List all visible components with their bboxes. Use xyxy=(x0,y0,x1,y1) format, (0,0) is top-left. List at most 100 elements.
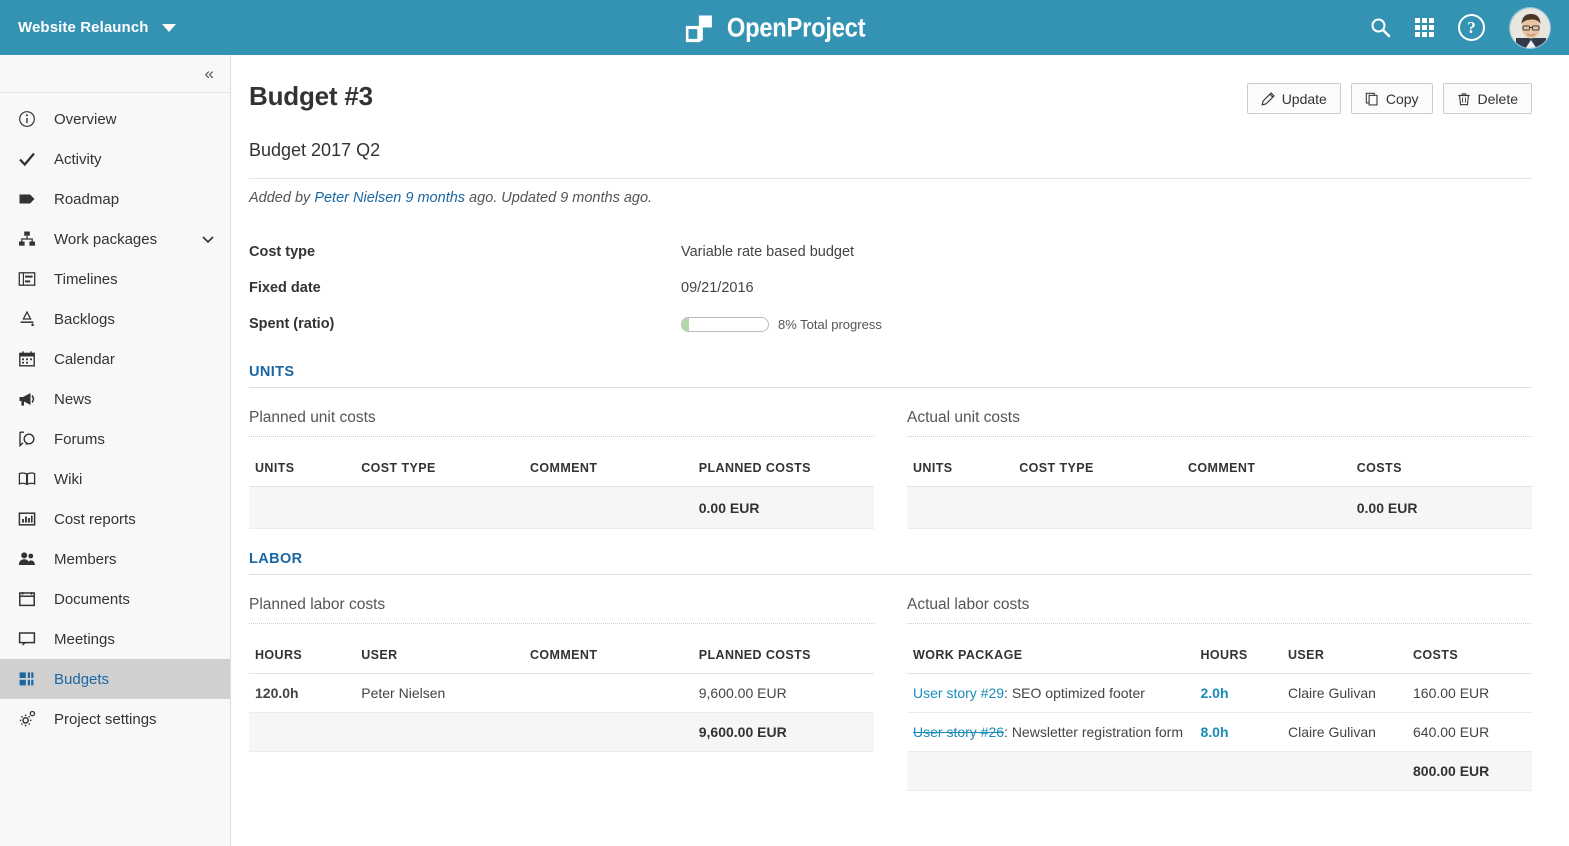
sidebar-item-project-settings[interactable]: Project settings xyxy=(0,699,230,739)
total-value: 0.00 EUR xyxy=(1350,486,1532,529)
sidebar-item-wiki[interactable]: Wiki xyxy=(0,459,230,499)
meta-author-link[interactable]: Peter Nielsen xyxy=(314,190,401,206)
info-circle-icon xyxy=(19,111,35,127)
hierarchy-icon xyxy=(18,230,44,248)
tag-icon xyxy=(19,194,35,204)
sidebar-item-cost-reports[interactable]: Cost reports xyxy=(0,499,230,539)
update-button-label: Update xyxy=(1281,90,1327,107)
cost-table: WORK PACKAGE HOURS USER COSTS User story #29… xyxy=(907,642,1532,791)
page-toolbar: Budget #3 Update Copy Delete xyxy=(249,81,1532,114)
people-icon xyxy=(18,550,44,568)
budget-icon xyxy=(19,672,34,686)
sidebar-item-label: Backlogs xyxy=(54,310,115,328)
total-row: 0.00 EUR xyxy=(249,486,874,529)
sidebar-item-label: Forums xyxy=(54,430,105,448)
sidebar-item-work-packages[interactable]: Work packages xyxy=(0,219,230,259)
sidebar-item-roadmap[interactable]: Roadmap xyxy=(0,179,230,219)
table-header-row: UNITS COST TYPE COMMENT PLANNED COSTS xyxy=(249,455,874,487)
meta-middle: ago. Updated xyxy=(465,190,561,206)
panel-heading: Planned labor costs xyxy=(249,596,874,624)
forum-icon xyxy=(18,430,44,448)
attribute-label: Cost type xyxy=(249,244,316,260)
total-row: 0.00 EUR xyxy=(907,486,1532,529)
cost-table: UNITS COST TYPE COMMENT PLANNED COSTS 0.00 E… xyxy=(249,455,874,529)
calendar-icon xyxy=(18,350,44,368)
column-header: COST TYPE xyxy=(1013,455,1182,487)
chevron-down-icon[interactable] xyxy=(200,231,216,247)
user-cell: Claire Gulivan xyxy=(1282,712,1407,752)
meta-prefix: Added by xyxy=(249,190,315,206)
sidebar-item-news[interactable]: News xyxy=(0,379,230,419)
sidebar-item-members[interactable]: Members xyxy=(0,539,230,579)
table-row: 120.0h Peter Nielsen 9,600.00 EUR xyxy=(249,673,874,713)
cost-panel-right: Actual unit costs UNITS COST TYPE COMMENT CO… xyxy=(907,409,1532,529)
backlog-icon xyxy=(18,310,44,328)
project-name: Website Relaunch xyxy=(18,19,149,36)
sidebar-item-label: Calendar xyxy=(54,350,115,368)
sidebar-item-forums[interactable]: Forums xyxy=(0,419,230,459)
megaphone-icon xyxy=(18,390,44,408)
column-header: COMMENT xyxy=(524,455,693,487)
book-icon xyxy=(18,472,36,486)
check-icon xyxy=(19,152,35,167)
forum-icon xyxy=(19,431,35,448)
hours-cell: 8.0h xyxy=(1194,712,1282,752)
progress-bar xyxy=(681,316,769,332)
cost-panel-left: Planned labor costs HOURS USER COMMENT PLANN… xyxy=(249,596,874,791)
attributes-list: Cost type Variable rate based budget Fix… xyxy=(249,234,1532,342)
comment-cell xyxy=(524,673,693,713)
attribute-label: Spent (ratio) xyxy=(249,316,335,332)
sidebar-item-meetings[interactable]: Meetings xyxy=(0,619,230,659)
sidebar-item-overview[interactable]: Overview xyxy=(0,99,230,139)
collapse-sidebar-icon[interactable]: « xyxy=(205,65,215,82)
search-icon[interactable] xyxy=(1370,17,1391,38)
sidebar-item-calendar[interactable]: Calendar xyxy=(0,339,230,379)
table-row: User story #26: Newsletter registration … xyxy=(907,712,1532,752)
sidebar-item-label: Members xyxy=(54,550,117,568)
calendar-icon xyxy=(19,351,35,367)
panel-heading: Actual unit costs xyxy=(907,409,1532,437)
avatar[interactable] xyxy=(1509,6,1551,49)
main-content: Budget #3 Update Copy Delete Budget 2017… xyxy=(231,55,1569,846)
sidebar-item-label: Documents xyxy=(54,590,130,608)
work-package-link[interactable]: User story #29 xyxy=(913,685,1004,701)
header-actions: ? xyxy=(1370,0,1551,55)
tag-icon xyxy=(18,190,44,208)
table-header-row: HOURS USER COMMENT PLANNED COSTS xyxy=(249,642,874,674)
table-header-row: UNITS COST TYPE COMMENT COSTS xyxy=(907,455,1532,487)
sidebar-item-label: Roadmap xyxy=(54,190,120,208)
column-header: COMMENT xyxy=(1182,455,1351,487)
meta-divider xyxy=(249,178,1532,179)
attribute-value: 09/21/2016 xyxy=(681,280,754,296)
section-divider xyxy=(249,387,1532,388)
megaphone-icon xyxy=(19,393,35,406)
help-icon[interactable]: ? xyxy=(1458,14,1485,41)
document-icon xyxy=(19,592,35,607)
sidebar-item-timelines[interactable]: Timelines xyxy=(0,259,230,299)
trash-icon xyxy=(1457,92,1470,105)
copy-button-label: Copy xyxy=(1385,90,1419,107)
column-header: HOURS xyxy=(249,642,356,674)
openproject-logo[interactable]: OpenProject xyxy=(685,12,883,43)
hours-link[interactable]: 8.0h xyxy=(1201,724,1229,740)
sidebar-item-budgets[interactable]: Budgets xyxy=(0,659,230,699)
delete-button[interactable]: Delete xyxy=(1442,83,1532,114)
grid-modules-icon[interactable] xyxy=(1415,18,1434,37)
progress-fill xyxy=(682,317,689,331)
sidebar-header: « xyxy=(0,55,230,93)
sidebar-item-documents[interactable]: Documents xyxy=(0,579,230,619)
update-button[interactable]: Update xyxy=(1246,83,1341,114)
meta-suffix: ago. xyxy=(619,190,653,206)
costs-cell: 160.00 EUR xyxy=(1407,673,1532,713)
sidebar-item-backlogs[interactable]: Backlogs xyxy=(0,299,230,339)
meta-author-time-link[interactable]: 9 months xyxy=(401,190,465,206)
gear-icon xyxy=(19,710,36,727)
user-cell: Claire Gulivan xyxy=(1282,673,1407,713)
sidebar-item-activity[interactable]: Activity xyxy=(0,139,230,179)
copy-button[interactable]: Copy xyxy=(1350,83,1433,114)
work-package-link[interactable]: User story #26 xyxy=(913,724,1004,740)
panel-heading: Actual labor costs xyxy=(907,596,1532,624)
project-selector[interactable]: Website Relaunch xyxy=(18,19,176,36)
attribute-row-fixed-date: Fixed date 09/21/2016 xyxy=(249,270,1532,306)
hours-link[interactable]: 2.0h xyxy=(1201,685,1229,701)
